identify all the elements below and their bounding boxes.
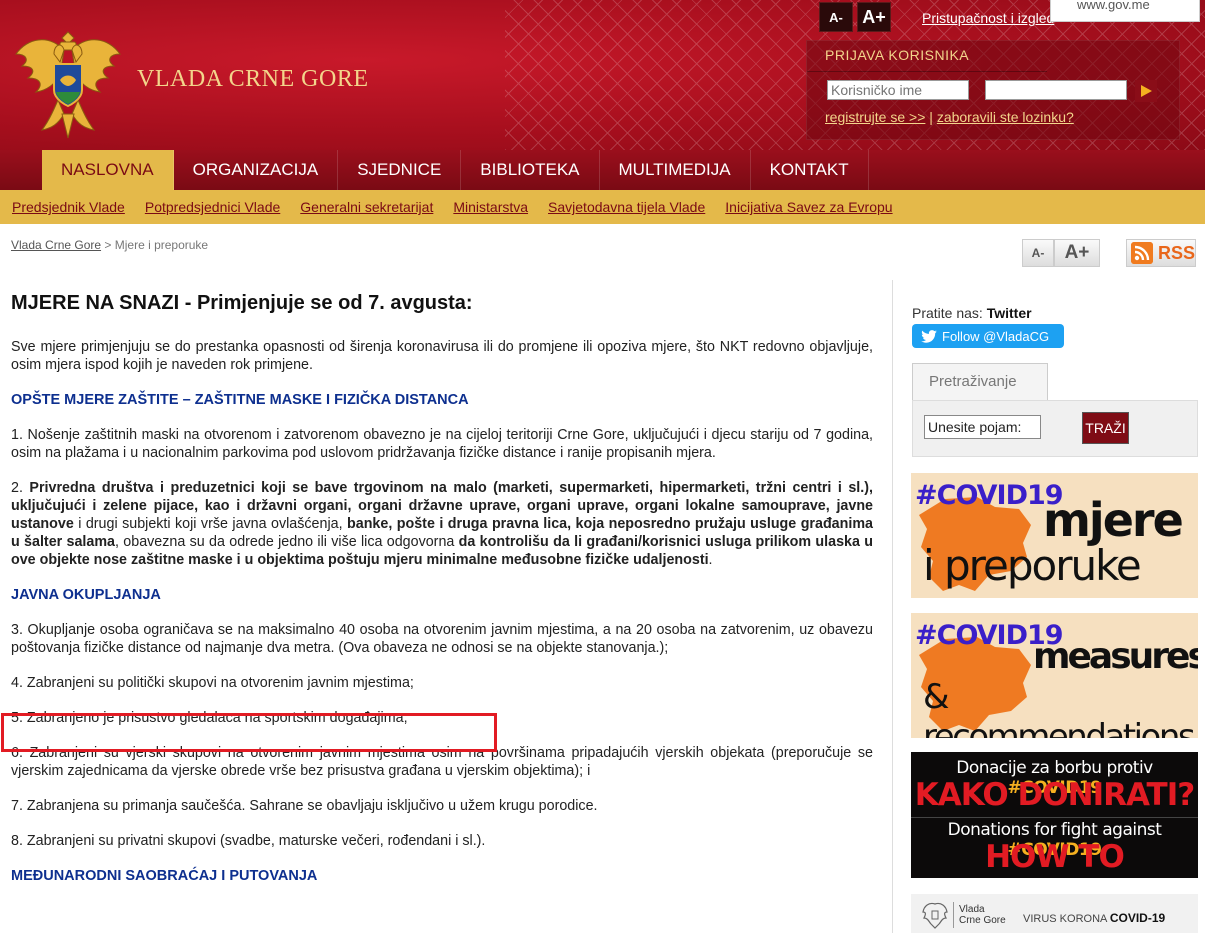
- login-panel: PRIJAVA KORISNIKA registrujte se >> | za…: [806, 40, 1180, 140]
- virus-korona-banner[interactable]: Vlada Crne Gore VIRUS KORONA COVID-19: [911, 894, 1198, 933]
- banner-title: mjere: [1043, 493, 1184, 547]
- main-content: MJERE NA SNAZI - Primjenjuje se od 7. av…: [11, 292, 873, 885]
- login-links: registrujte se >> | zaboravili ste lozin…: [825, 109, 1074, 125]
- section-heading-gatherings: JAVNA OKUPLJANJA: [11, 587, 161, 603]
- site-header: VLADA CRNE GORE A- A+ Pristupačnost i iz…: [0, 0, 1205, 150]
- forgot-password-link[interactable]: zaboravili ste lozinku?: [937, 109, 1074, 125]
- follow-network: Twitter: [986, 305, 1032, 321]
- login-submit-button[interactable]: [1135, 80, 1157, 102]
- breadcrumb-home[interactable]: Vlada Crne Gore: [11, 238, 101, 252]
- measure-item-2-text-2: , obavezna su da odrede jedno ili više l…: [115, 534, 459, 550]
- donation-cta-me: KAKO DONIRATI?: [914, 777, 1195, 813]
- subnav-item-potpredsjednici[interactable]: Potpredsjednici Vlade: [145, 199, 280, 215]
- donation-banner[interactable]: Donacije za borbu protiv #COVID19 KAKO D…: [911, 752, 1198, 878]
- measure-item-2-number: 2.: [11, 480, 30, 496]
- donation-cta-en: HOW TO DONATE?: [978, 839, 1132, 878]
- donation-text-me: Donacije za borbu protiv: [956, 758, 1153, 778]
- password-input[interactable]: [985, 80, 1127, 100]
- banner-divider: [953, 902, 954, 928]
- subnav-item-generalni-sekretarijat[interactable]: Generalni sekretarijat: [300, 199, 433, 215]
- nav-item-multimedija[interactable]: MULTIMEDIJA: [600, 150, 751, 190]
- rss-label: RSS: [1157, 242, 1195, 263]
- username-input[interactable]: [827, 80, 969, 100]
- subnav-item-savez-za-evropu[interactable]: Inicijativa Savez za Evropu: [725, 199, 892, 215]
- page-title: MJERE NA SNAZI - Primjenjuje se od 7. av…: [11, 292, 473, 314]
- subnav-item-predsjednik[interactable]: Predsjednik Vlade: [12, 199, 125, 215]
- header-font-controls: A- A+: [819, 2, 891, 32]
- banner-subtitle: & recommendations: [923, 677, 1196, 738]
- measure-item-2-text-3: .: [708, 552, 713, 568]
- measure-item-8: 8. Zabranjeni su privatni skupovi (svadb…: [11, 833, 486, 849]
- url-tooltip: www.gov.me: [1050, 0, 1200, 22]
- intro-paragraph: Sve mjere primjenjuju se do prestanka op…: [11, 339, 873, 373]
- login-title: PRIJAVA KORISNIKA: [825, 47, 970, 63]
- login-links-separator: |: [929, 109, 933, 125]
- search-tab[interactable]: Pretraživanje: [912, 363, 1048, 401]
- subnav-item-savjetodavna-tijela[interactable]: Savjetodavna tijela Vlade: [548, 199, 705, 215]
- section-heading-masks: OPŠTE MJERE ZAŠTITE – ZAŠTITNE MASKE I F…: [11, 392, 469, 408]
- login-divider: [807, 71, 1047, 72]
- nav-item-naslovna[interactable]: NASLOVNA: [42, 150, 174, 190]
- measure-item-2-text-1: i drugi subjekti koji vrše javna ovlašće…: [73, 516, 348, 532]
- text-size-tools: A- A+: [1022, 239, 1100, 267]
- coat-of-arms-icon[interactable]: [8, 14, 128, 142]
- measure-item-2: 2. Privredna društva i preduzetnici koji…: [11, 479, 873, 569]
- covid-hashtag: #COVID19: [915, 480, 1064, 511]
- nav-item-organizacija[interactable]: ORGANIZACIJA: [174, 150, 339, 190]
- banner-label-bold: COVID-19: [1109, 911, 1166, 925]
- covid-measures-banner[interactable]: #COVID19 mjere i preporuke: [911, 473, 1198, 598]
- banner-org-line1: Vlada: [959, 904, 985, 915]
- nav-item-kontakt[interactable]: KONTAKT: [751, 150, 869, 190]
- play-arrow-icon: [1140, 85, 1152, 97]
- measure-item-1: 1. Nošenje zaštitnih maski na otvorenom …: [11, 427, 873, 461]
- banner-label-text: VIRUS KORONA: [1023, 913, 1107, 925]
- main-nav: NASLOVNA ORGANIZACIJA SJEDNICE BIBLIOTEK…: [0, 150, 1205, 190]
- twitter-bird-icon: [921, 329, 937, 343]
- subnav-item-ministarstva[interactable]: Ministarstva: [453, 199, 528, 215]
- rss-icon: [1131, 242, 1153, 264]
- banner-label: VIRUS KORONA COVID-19: [1023, 911, 1165, 925]
- banner-org: Vlada Crne Gore: [959, 904, 1006, 926]
- donation-divider: [911, 817, 1198, 818]
- banner-org-line2: Crne Gore: [959, 915, 1006, 926]
- covid-measures-en-banner[interactable]: #COVID19 measures & recommendations: [911, 613, 1198, 738]
- site-title[interactable]: VLADA CRNE GORE: [137, 66, 369, 93]
- twitter-follow-label: Follow @VladaCG: [942, 328, 1050, 344]
- text-size-increase-button[interactable]: A+: [1054, 239, 1100, 267]
- measure-item-4: 4. Zabranjeni su politički skupovi na ot…: [11, 675, 414, 691]
- banner-title: measures: [1033, 636, 1198, 677]
- rss-button[interactable]: RSS: [1126, 239, 1196, 267]
- search-button[interactable]: TRAŽI: [1082, 412, 1129, 444]
- header-font-increase-button[interactable]: A+: [857, 2, 891, 32]
- nav-item-sjednice[interactable]: SJEDNICE: [338, 150, 462, 190]
- search-panel: TRAŽI: [912, 400, 1198, 457]
- measure-item-7: 7. Zabranjena su primanja saučešća. Sahr…: [11, 798, 598, 814]
- breadcrumb-separator: >: [101, 238, 115, 252]
- search-input[interactable]: [924, 415, 1041, 439]
- follow-label: Pratite nas: Twitter: [912, 305, 1032, 321]
- register-link[interactable]: registrujte se >>: [825, 109, 925, 125]
- twitter-follow-button[interactable]: Follow @VladaCG: [912, 324, 1064, 348]
- breadcrumb-current: Mjere i preporuke: [114, 238, 209, 252]
- coat-of-arms-icon: [922, 902, 948, 929]
- sub-nav: Predsjednik Vlade Potpredsjednici Vlade …: [0, 190, 1205, 224]
- banner-subtitle: i preporuke: [923, 541, 1142, 590]
- measure-item-3: 3. Okupljanje osoba ograničava se na mak…: [11, 622, 873, 656]
- header-font-decrease-button[interactable]: A-: [819, 2, 853, 32]
- accessibility-link[interactable]: Pristupačnost i izgled: [922, 10, 1054, 26]
- column-divider: [892, 280, 893, 933]
- section-heading-travel: MEĐUNARODNI SAOBRAĆAJ I PUTOVANJA: [11, 868, 318, 884]
- donation-text-en: Donations for fight against: [947, 820, 1162, 840]
- breadcrumb: Vlada Crne Gore > Mjere i preporuke: [11, 238, 208, 252]
- nav-item-biblioteka[interactable]: BIBLIOTEKA: [461, 150, 600, 190]
- follow-label-text: Pratite nas:: [912, 305, 983, 321]
- highlight-annotation: [1, 713, 497, 752]
- text-size-decrease-button[interactable]: A-: [1022, 239, 1054, 267]
